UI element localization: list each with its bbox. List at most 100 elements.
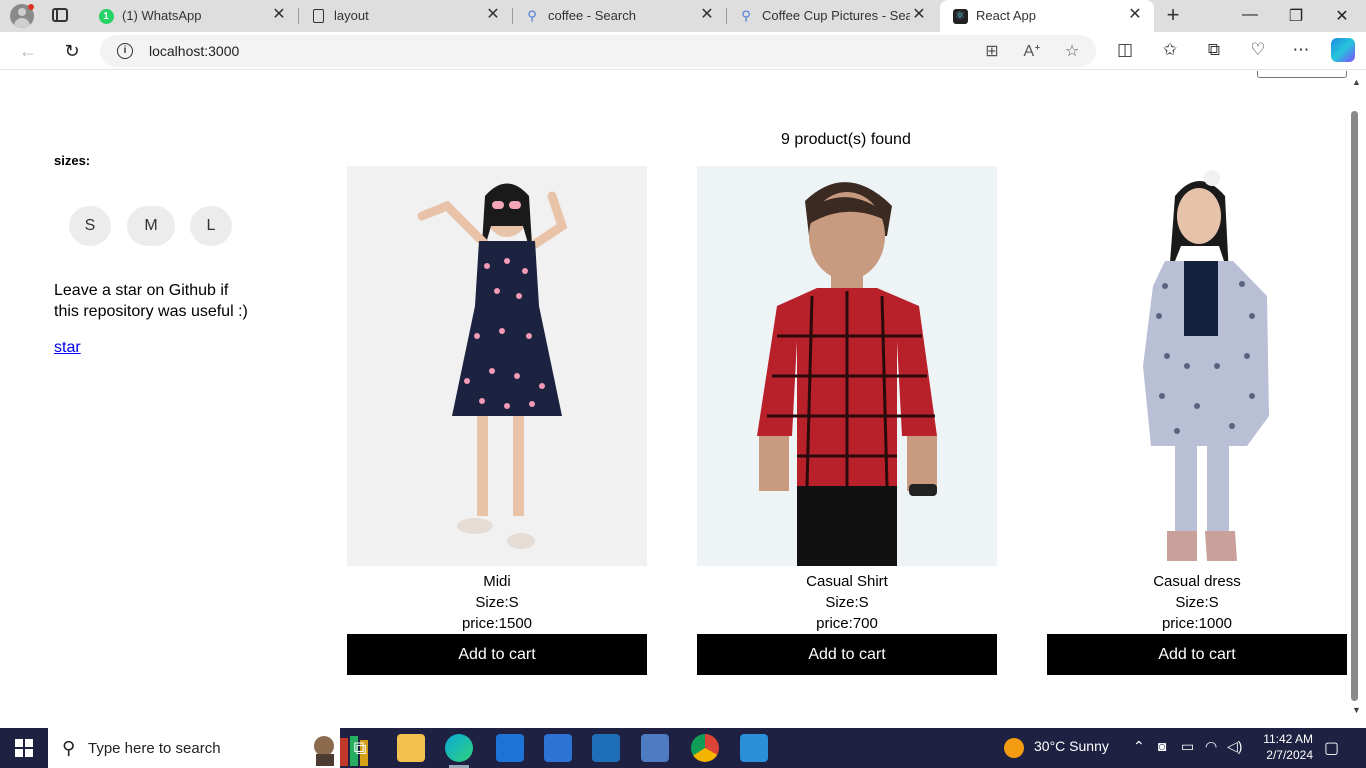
collections-icon[interactable]: ⧉: [1203, 40, 1225, 60]
tab-strip: 1 (1) WhatsApp ✕ layout ✕ ⚲ coffee - Sea…: [0, 0, 1366, 32]
scrollbar-thumb[interactable]: [1351, 111, 1358, 701]
add-to-cart-button[interactable]: Add to cart: [347, 634, 647, 675]
tab-layout[interactable]: layout ✕: [298, 0, 512, 32]
tab-title: layout: [334, 8, 369, 23]
tab-title: (1) WhatsApp: [122, 8, 202, 23]
address-bar[interactable]: i localhost:3000 ⊞ Aᐩ ☆: [100, 35, 1096, 67]
back-arrow-icon[interactable]: ←: [17, 40, 39, 62]
system-clock[interactable]: 11:42 AM 2/7/2024: [1255, 731, 1313, 763]
product-image[interactable]: [697, 166, 997, 566]
task-view-icon[interactable]: ⧉: [346, 734, 374, 762]
boy-casual-shirt-illustration: [757, 182, 937, 566]
close-icon[interactable]: ✕: [1126, 6, 1144, 24]
sizes-heading: sizes:: [54, 153, 91, 168]
close-icon[interactable]: ✕: [484, 6, 502, 24]
tab-title: Coffee Cup Pictures - Search: [762, 8, 910, 23]
notifications-icon[interactable]: ▢: [1324, 738, 1339, 758]
product-card: Casual Shirt Size:S price:700 Add to car…: [697, 166, 997, 675]
product-size: Size:S: [825, 594, 869, 611]
product-info: Midi Size:S price:1500: [347, 571, 647, 634]
tab-actions-icon[interactable]: [52, 8, 68, 22]
close-icon[interactable]: ✕: [698, 6, 716, 24]
taskbar-search-box[interactable]: ⚲ Type here to search: [48, 728, 368, 768]
product-info: Casual Shirt Size:S price:700: [697, 571, 997, 634]
cart-button-edge[interactable]: [1257, 71, 1347, 78]
product-price: price:700: [816, 615, 878, 632]
read-aloud-icon[interactable]: Aᐩ: [1022, 41, 1042, 61]
info-icon[interactable]: i: [117, 43, 133, 59]
product-name: Midi: [483, 573, 511, 590]
weather-text[interactable]: 30°C Sunny: [1034, 738, 1109, 754]
close-window-icon[interactable]: ✕: [1330, 6, 1354, 26]
favorites-icon[interactable]: ✩: [1159, 40, 1181, 60]
products-found-count: 9 product(s) found: [781, 131, 911, 148]
document-icon: [310, 8, 326, 24]
windows-taskbar: ⚲ Type here to search ⧉ 30°C Sunny ⌃ ◙ ▭…: [0, 728, 1366, 768]
browser-essentials-icon[interactable]: ♡: [1247, 40, 1269, 60]
remote-desktop-icon[interactable]: [641, 734, 669, 762]
product-image[interactable]: [347, 166, 647, 566]
product-price: price:1000: [1161, 615, 1233, 632]
tab-whatsapp[interactable]: 1 (1) WhatsApp ✕: [86, 0, 298, 32]
meet-now-icon[interactable]: ◙: [1158, 738, 1166, 754]
restore-icon[interactable]: ❐: [1284, 6, 1308, 26]
close-icon[interactable]: ✕: [270, 6, 288, 24]
product-size: Size:S: [1175, 594, 1219, 611]
star-message: Leave a star on Github if this repositor…: [54, 282, 248, 320]
tab-coffee-cup-search[interactable]: ⚲ Coffee Cup Pictures - Search ✕: [726, 0, 938, 32]
close-icon[interactable]: ✕: [910, 6, 928, 24]
product-price: price:1500: [461, 615, 533, 632]
tab-badge: 1: [98, 8, 114, 24]
size-filter-s[interactable]: S: [69, 206, 111, 246]
minimize-icon[interactable]: —: [1238, 6, 1262, 24]
girl-midi-dress-illustration: [417, 183, 568, 549]
chrome-icon[interactable]: [691, 734, 719, 762]
clock-date: 2/7/2024: [1266, 748, 1313, 762]
volume-icon[interactable]: ◁): [1227, 738, 1242, 755]
tab-title: coffee - Search: [548, 8, 636, 23]
tab-react-app[interactable]: ⚛ React App ✕: [940, 0, 1154, 32]
show-hidden-icons-icon[interactable]: ⌃: [1133, 738, 1145, 755]
favorite-star-icon[interactable]: ☆: [1062, 41, 1082, 61]
react-icon: ⚛: [952, 8, 968, 24]
windows-start-icon[interactable]: [15, 739, 33, 757]
microsoft-store-icon[interactable]: [544, 734, 572, 762]
file-explorer-icon[interactable]: [397, 734, 425, 762]
network-icon[interactable]: ◠: [1205, 738, 1217, 755]
scroll-down-arrow-icon[interactable]: ▼: [1352, 705, 1361, 715]
notification-dot-icon: [28, 4, 34, 10]
search-icon: ⚲: [62, 738, 76, 758]
weather-sunny-icon[interactable]: [1004, 738, 1024, 758]
product-info: Casual dress Size:S price:1000: [1047, 571, 1347, 634]
search-icon: ⚲: [527, 8, 537, 23]
tab-coffee-search[interactable]: ⚲ coffee - Search ✕: [512, 0, 726, 32]
edge-browser-icon[interactable]: [445, 734, 473, 768]
more-menu-icon[interactable]: ⋯: [1290, 40, 1312, 60]
refresh-icon[interactable]: ↻: [61, 40, 83, 62]
url-text[interactable]: localhost:3000: [149, 43, 239, 59]
battery-icon[interactable]: ▭: [1181, 738, 1194, 755]
photos-icon[interactable]: [740, 734, 768, 762]
mail-icon[interactable]: [496, 734, 524, 762]
add-to-cart-button[interactable]: Add to cart: [1047, 634, 1347, 675]
clock-time: 11:42 AM: [1263, 732, 1313, 746]
star-link[interactable]: star: [54, 339, 81, 357]
size-filter-l[interactable]: L: [190, 206, 232, 246]
product-size: Size:S: [475, 594, 519, 611]
page-scrollbar[interactable]: ▲ ▼: [1348, 71, 1366, 724]
vscode-icon[interactable]: [592, 734, 620, 762]
new-tab-icon[interactable]: +: [1162, 4, 1184, 26]
page-content: sizes: S M L Leave a star on Github if t…: [4, 71, 1348, 724]
product-image[interactable]: [1047, 166, 1347, 566]
taskbar-search-placeholder: Type here to search: [88, 740, 221, 757]
add-to-cart-button[interactable]: Add to cart: [697, 634, 997, 675]
split-screen-icon[interactable]: ◫: [1114, 40, 1136, 60]
product-name: Casual dress: [1153, 573, 1241, 590]
copilot-icon[interactable]: [1331, 38, 1355, 62]
search-icon: ⚲: [741, 8, 751, 23]
product-card: Midi Size:S price:1500 Add to cart: [347, 166, 647, 675]
size-filter-m[interactable]: M: [127, 206, 175, 246]
product-name: Casual Shirt: [806, 573, 888, 590]
app-available-icon[interactable]: ⊞: [982, 41, 1002, 61]
scroll-up-arrow-icon[interactable]: ▲: [1352, 77, 1361, 87]
